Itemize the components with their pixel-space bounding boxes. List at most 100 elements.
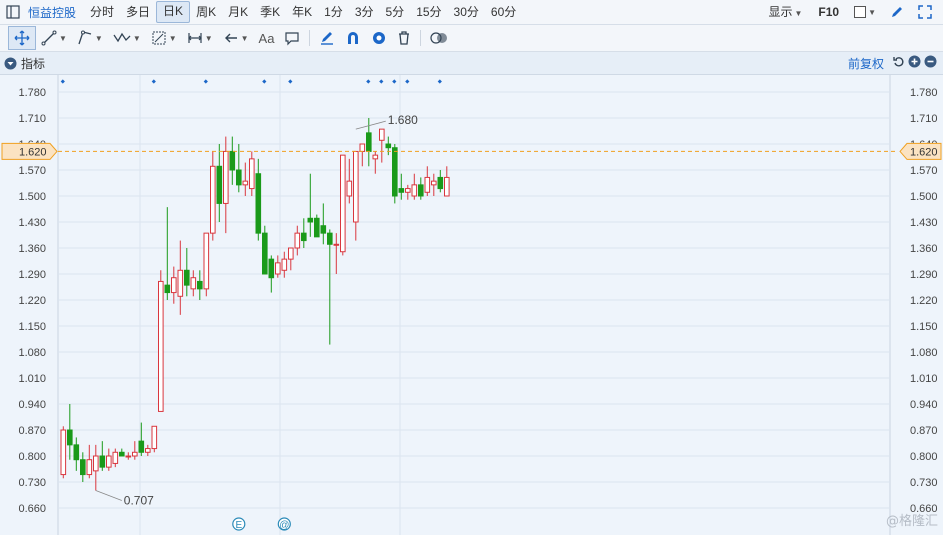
candle-body[interactable] <box>184 269 190 286</box>
candle-body[interactable] <box>385 143 392 149</box>
candle-body[interactable] <box>444 176 450 197</box>
candle-body[interactable] <box>171 277 177 294</box>
candle-body[interactable] <box>223 150 229 204</box>
f10-button[interactable]: F10 <box>812 2 845 22</box>
candle-body[interactable] <box>73 444 80 461</box>
candle-body[interactable] <box>333 243 340 246</box>
fullscreen-icon[interactable] <box>913 1 937 23</box>
candle-body[interactable] <box>138 440 145 453</box>
trash-icon[interactable] <box>392 27 416 49</box>
text-tool-icon[interactable]: Aa <box>254 27 280 49</box>
magnet-icon[interactable] <box>340 27 366 49</box>
trend-line-icon[interactable]: ▼ <box>36 27 72 49</box>
candle-body[interactable] <box>145 448 151 453</box>
candle-body[interactable] <box>327 232 333 245</box>
candle-body[interactable] <box>379 128 385 141</box>
candle-body[interactable] <box>346 180 353 197</box>
timeframe-tab-9[interactable]: 5分 <box>380 2 411 22</box>
candle-body[interactable] <box>275 262 281 275</box>
checkbox-dropdown[interactable]: ▼ <box>849 1 881 23</box>
candle-body[interactable] <box>132 451 138 457</box>
candle-body[interactable] <box>229 150 236 171</box>
candle-body[interactable] <box>262 232 268 275</box>
candle-body[interactable] <box>431 180 437 186</box>
candle-body[interactable] <box>60 429 67 476</box>
candle-body[interactable] <box>255 173 262 234</box>
fibonacci-icon[interactable]: ▼ <box>146 27 182 49</box>
candle-body[interactable] <box>249 158 255 190</box>
candle-body[interactable] <box>366 132 372 152</box>
pen-icon[interactable] <box>885 1 909 23</box>
crosshair-move-icon[interactable] <box>8 26 36 50</box>
candle-body[interactable] <box>216 165 223 204</box>
candle-body[interactable] <box>177 269 184 297</box>
candle-body[interactable] <box>320 225 327 234</box>
timeframe-tab-3[interactable]: 周K <box>190 2 222 22</box>
candlestick-chart[interactable]: 1.7801.7801.7101.7101.6401.6401.5701.570… <box>0 75 943 535</box>
candle-body[interactable] <box>398 188 405 193</box>
timeframe-tab-2[interactable]: 日K <box>156 1 191 23</box>
indicator-label[interactable]: 指标 <box>21 55 45 72</box>
candle-body[interactable] <box>359 143 366 152</box>
candle-body[interactable] <box>106 455 112 468</box>
candle-body[interactable] <box>307 217 314 223</box>
comment-icon[interactable] <box>279 27 305 49</box>
timeframe-tab-5[interactable]: 季K <box>254 2 286 22</box>
timeframe-tab-10[interactable]: 15分 <box>410 2 447 22</box>
timeframe-tab-11[interactable]: 30分 <box>448 2 485 22</box>
candle-body[interactable] <box>112 451 119 464</box>
display-menu[interactable]: 显示 ▼ <box>762 2 808 22</box>
candle-body[interactable] <box>86 459 93 476</box>
measure-icon[interactable]: ▼ <box>182 27 218 49</box>
candle-body[interactable] <box>197 280 203 290</box>
timeframe-tab-7[interactable]: 1分 <box>318 2 349 22</box>
candle-body[interactable] <box>67 429 73 446</box>
timeframe-tab-6[interactable]: 年K <box>286 2 318 22</box>
candle-body[interactable] <box>210 165 216 234</box>
candle-body[interactable] <box>93 455 99 472</box>
candle-body[interactable] <box>151 425 158 450</box>
panel-toggle-icon[interactable] <box>0 1 24 23</box>
candle-body[interactable] <box>405 188 411 193</box>
timeframe-tab-1[interactable]: 多日 <box>120 2 156 22</box>
wave-line-icon[interactable]: ▼ <box>108 27 146 49</box>
collapse-circle-icon[interactable] <box>0 52 21 74</box>
candle-body[interactable] <box>340 154 346 253</box>
candle-body[interactable] <box>392 147 398 197</box>
zoom-in-icon[interactable] <box>908 55 921 71</box>
price-adjust-toggle[interactable]: 前复权 <box>848 55 884 72</box>
stock-name-link[interactable]: 恒益控股 <box>24 4 84 21</box>
candle-body[interactable] <box>80 459 86 476</box>
timeframe-tab-12[interactable]: 60分 <box>485 2 522 22</box>
timeframe-tab-4[interactable]: 月K <box>222 2 254 22</box>
arrow-left-icon[interactable]: ▼ <box>218 27 254 49</box>
candle-body[interactable] <box>158 280 164 412</box>
candle-body[interactable] <box>242 180 249 186</box>
candle-body[interactable] <box>99 455 106 468</box>
candle-body[interactable] <box>301 232 307 242</box>
candle-body[interactable] <box>314 217 320 238</box>
reset-icon[interactable] <box>893 56 905 71</box>
candle-body[interactable] <box>203 232 210 290</box>
candle-body[interactable] <box>119 451 125 457</box>
candle-body[interactable] <box>294 232 301 249</box>
candle-body[interactable] <box>437 176 444 190</box>
candle-body[interactable] <box>411 184 418 197</box>
candle-body[interactable] <box>418 184 424 197</box>
candle-body[interactable] <box>288 247 294 260</box>
candle-body[interactable] <box>236 169 242 186</box>
candle-body[interactable] <box>125 455 132 458</box>
timeframe-tab-8[interactable]: 3分 <box>349 2 380 22</box>
zoom-out-icon[interactable] <box>924 55 937 71</box>
candle-body[interactable] <box>164 284 171 294</box>
channel-icon[interactable]: ▼ <box>72 27 108 49</box>
candle-body[interactable] <box>190 277 197 290</box>
eye-icon[interactable] <box>366 27 392 49</box>
candle-body[interactable] <box>372 154 379 160</box>
candle-body[interactable] <box>268 258 275 279</box>
compare-toggle-icon[interactable] <box>425 27 453 49</box>
candle-body[interactable] <box>281 258 288 271</box>
timeframe-tab-0[interactable]: 分时 <box>84 2 120 22</box>
eraser-pen-icon[interactable] <box>314 27 340 49</box>
candle-body[interactable] <box>353 150 359 223</box>
